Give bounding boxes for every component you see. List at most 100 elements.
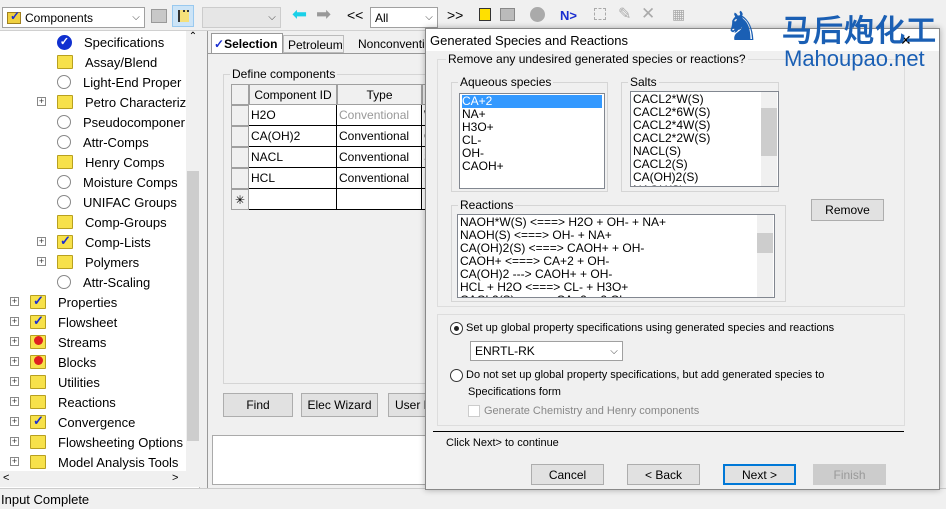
new-row-marker[interactable]: ✳ bbox=[231, 189, 249, 210]
tree-item[interactable]: Attr-Scaling bbox=[57, 272, 150, 292]
remove-button[interactable]: Remove bbox=[811, 199, 884, 221]
tree-item[interactable]: + Blocks bbox=[10, 352, 96, 372]
components-combo[interactable]: ✓ Components ⌵ bbox=[2, 7, 145, 28]
tab-nonconventional[interactable]: Nonconventio bbox=[348, 35, 428, 53]
grid-cell[interactable] bbox=[249, 189, 337, 210]
previous-button[interactable]: << bbox=[347, 7, 363, 23]
list-item[interactable]: CAOH+ bbox=[462, 160, 602, 173]
expand-icon[interactable]: + bbox=[37, 237, 46, 246]
expand-icon[interactable]: + bbox=[10, 457, 19, 466]
grid-cell[interactable]: Conventional bbox=[337, 105, 422, 126]
expand-icon[interactable]: + bbox=[10, 337, 19, 346]
tree-item[interactable]: Attr-Comps bbox=[57, 132, 149, 152]
grid-cell[interactable]: NACL bbox=[249, 147, 337, 168]
salts-list[interactable]: CACL2*W(S) CACL2*6W(S) CACL2*4W(S) CACL2*2W… bbox=[630, 91, 779, 187]
expand-icon[interactable]: + bbox=[10, 417, 19, 426]
tree-item[interactable]: + Flowsheeting Options bbox=[10, 432, 183, 452]
tree-item[interactable]: Light-End Proper bbox=[57, 72, 181, 92]
expand-icon[interactable]: + bbox=[10, 437, 19, 446]
arrow-left-icon[interactable]: ⬅ bbox=[292, 4, 307, 25]
elec-wizard-button[interactable]: Elec Wizard bbox=[301, 393, 378, 417]
next-button[interactable]: Next > bbox=[723, 464, 796, 485]
tree-item[interactable]: ✓ Specifications bbox=[57, 32, 164, 52]
grid-cell[interactable]: Conventional bbox=[337, 168, 422, 189]
tree-item[interactable]: Moisture Comps bbox=[57, 172, 178, 192]
expand-icon[interactable]: + bbox=[10, 397, 19, 406]
expand-icon[interactable]: + bbox=[10, 357, 19, 366]
list-item[interactable]: CACL2(S) <===> CA+2 + 2 CL- bbox=[460, 294, 772, 298]
tree-horizontal-scrollbar[interactable]: < > bbox=[0, 471, 200, 487]
generate-chemistry-checkbox[interactable] bbox=[468, 405, 480, 417]
grid-cell[interactable]: Conventional bbox=[337, 126, 422, 147]
tree-item-label: Attr-Comps bbox=[83, 134, 149, 150]
tree-item[interactable]: + ✓ Flowsheet bbox=[10, 312, 117, 332]
tree-item-label: Utilities bbox=[58, 374, 100, 390]
tab-petroleum[interactable]: Petroleum bbox=[283, 35, 344, 53]
finish-button[interactable]: Finish bbox=[813, 464, 886, 485]
grid-cell[interactable]: HCL bbox=[249, 168, 337, 189]
camera-icon[interactable] bbox=[500, 8, 515, 21]
reactions-scrollbar[interactable] bbox=[757, 215, 773, 297]
salts-scrollbar[interactable] bbox=[761, 92, 777, 186]
no-global-spec-radio[interactable] bbox=[450, 369, 463, 382]
tree-item[interactable]: + Polymers bbox=[37, 252, 139, 272]
find-button[interactable]: Find bbox=[223, 393, 293, 417]
back-button[interactable]: < Back bbox=[627, 464, 700, 485]
expand-icon[interactable]: + bbox=[10, 317, 19, 326]
next-nav-button[interactable]: >> bbox=[447, 7, 463, 23]
tree-item[interactable]: + Streams bbox=[10, 332, 106, 352]
tree-view-toggle-icon[interactable] bbox=[172, 5, 194, 27]
tree-item[interactable]: Assay/Blend bbox=[57, 52, 157, 72]
delete-icon[interactable]: ✕ bbox=[641, 4, 655, 24]
status-square-icon[interactable] bbox=[479, 8, 491, 21]
tree-item[interactable]: Pseudocomponer bbox=[57, 112, 185, 132]
tree-item-label: Properties bbox=[58, 294, 118, 310]
cancel-button[interactable]: Cancel bbox=[531, 464, 604, 485]
empty-circle-icon bbox=[57, 275, 71, 289]
row-header[interactable] bbox=[231, 147, 249, 168]
form-combo[interactable]: ⌵ bbox=[202, 7, 281, 28]
grid-cell[interactable]: CA(OH)2 bbox=[249, 126, 337, 147]
expand-icon[interactable]: + bbox=[10, 377, 19, 386]
tree-item[interactable]: + Reactions bbox=[10, 392, 116, 412]
tree-item[interactable]: UNIFAC Groups bbox=[57, 192, 177, 212]
expand-icon[interactable]: + bbox=[37, 97, 46, 106]
gear-icon[interactable] bbox=[530, 7, 545, 22]
tree-item[interactable]: + ✓ Convergence bbox=[10, 412, 135, 432]
folder-browse-icon[interactable] bbox=[151, 9, 167, 23]
pencil-icon[interactable]: ✎ bbox=[618, 4, 631, 24]
grid-cell[interactable] bbox=[337, 189, 422, 210]
grid-cell[interactable]: Conventional bbox=[337, 147, 422, 168]
scroll-right-icon[interactable]: > bbox=[172, 472, 178, 484]
expand-icon[interactable]: + bbox=[10, 297, 19, 306]
method-combo[interactable]: ENRTL-RK ⌵ bbox=[470, 341, 623, 361]
scroll-thumb[interactable] bbox=[187, 171, 199, 441]
expand-icon[interactable]: + bbox=[37, 257, 46, 266]
tree-item[interactable]: + Petro Characteriz bbox=[37, 92, 186, 112]
tree-item[interactable]: + Utilities bbox=[10, 372, 100, 392]
list-item[interactable]: NAOH(S) bbox=[633, 184, 761, 187]
tree-item[interactable]: + Model Analysis Tools bbox=[10, 452, 178, 472]
filter-combo[interactable]: All ⌵ bbox=[370, 7, 438, 28]
scroll-up-icon[interactable]: ⌃ bbox=[186, 31, 200, 42]
row-header[interactable] bbox=[231, 168, 249, 189]
row-header[interactable] bbox=[231, 105, 249, 126]
tree-vertical-scrollbar[interactable]: ⌃ bbox=[186, 31, 200, 471]
reactions-list[interactable]: NAOH*W(S) <===> H2O + OH- + NA+ NAOH(S) <… bbox=[457, 214, 775, 298]
tree-item[interactable]: Henry Comps bbox=[57, 152, 164, 172]
scroll-left-icon[interactable]: < bbox=[3, 472, 9, 484]
select-icon[interactable] bbox=[594, 8, 606, 20]
list-item[interactable]: H3O+ bbox=[462, 121, 602, 134]
arrow-right-icon[interactable]: ➡ bbox=[316, 4, 331, 25]
chart-icon[interactable]: ▦ bbox=[672, 6, 685, 23]
global-spec-radio[interactable] bbox=[450, 322, 463, 335]
tree-item[interactable]: + ✓ Comp-Lists bbox=[37, 232, 151, 252]
aqueous-species-list[interactable]: CA+2 NA+ H3O+ CL- OH- CAOH+ bbox=[459, 93, 605, 189]
next-step-button[interactable]: N> bbox=[560, 8, 577, 23]
tree-item[interactable]: Comp-Groups bbox=[57, 212, 167, 232]
tree-item[interactable]: + ✓ Properties bbox=[10, 292, 118, 312]
row-header[interactable] bbox=[231, 126, 249, 147]
tab-selection[interactable]: ✓Selection bbox=[211, 33, 283, 53]
dialog-title: Generated Species and Reactions bbox=[430, 33, 629, 48]
grid-cell[interactable]: H2O bbox=[249, 105, 337, 126]
